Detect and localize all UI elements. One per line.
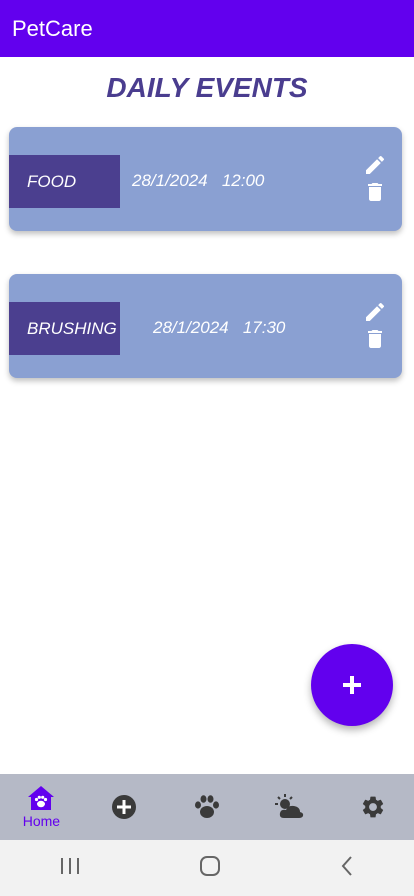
nav-item-home[interactable]: Home	[0, 774, 83, 840]
nav-item-settings[interactable]	[331, 774, 414, 840]
home-circle-icon	[200, 855, 220, 876]
system-nav-bar	[0, 840, 414, 896]
add-event-button[interactable]	[311, 644, 393, 726]
event-datetime: 28/1/2024 17:30	[153, 318, 285, 338]
edit-button[interactable]	[362, 299, 388, 325]
event-type: FOOD	[9, 155, 120, 208]
home-paw-icon	[28, 786, 55, 810]
event-datetime: 28/1/2024 12:00	[132, 171, 264, 191]
pencil-icon	[366, 155, 385, 174]
nav-item-weather[interactable]	[248, 774, 331, 840]
trash-icon	[368, 183, 382, 201]
delete-button[interactable]	[362, 179, 388, 205]
plus-icon	[343, 676, 361, 694]
event-card[interactable]: BRUSHING 28/1/2024 17:30	[9, 274, 402, 378]
recents-button[interactable]	[59, 856, 81, 881]
event-date: 28/1/2024	[132, 171, 208, 190]
add-circle-icon	[112, 795, 137, 819]
recents-icon	[61, 857, 79, 874]
event-date: 28/1/2024	[153, 318, 229, 337]
weather-icon	[274, 794, 303, 818]
event-time: 12:00	[221, 171, 265, 190]
delete-button[interactable]	[362, 326, 388, 352]
event-card[interactable]: FOOD 28/1/2024 12:00	[9, 127, 402, 231]
app-title: PetCare	[12, 15, 93, 41]
back-button[interactable]	[339, 855, 355, 882]
nav-item-pets[interactable]	[166, 774, 249, 840]
app-bar: PetCare	[0, 0, 414, 57]
event-type: BRUSHING	[9, 302, 120, 355]
page-title: DAILY EVENTS	[106, 72, 308, 103]
nav-item-add[interactable]	[83, 774, 166, 840]
trash-icon	[368, 330, 382, 348]
gear-icon	[362, 796, 383, 818]
pencil-icon	[366, 302, 385, 321]
nav-label-home: Home	[22, 813, 61, 829]
event-time: 17:30	[242, 318, 286, 337]
back-icon	[341, 855, 352, 876]
paw-icon	[194, 795, 219, 818]
home-button[interactable]	[199, 855, 221, 882]
bottom-navigation: Home	[0, 774, 414, 840]
edit-button[interactable]	[362, 152, 388, 178]
